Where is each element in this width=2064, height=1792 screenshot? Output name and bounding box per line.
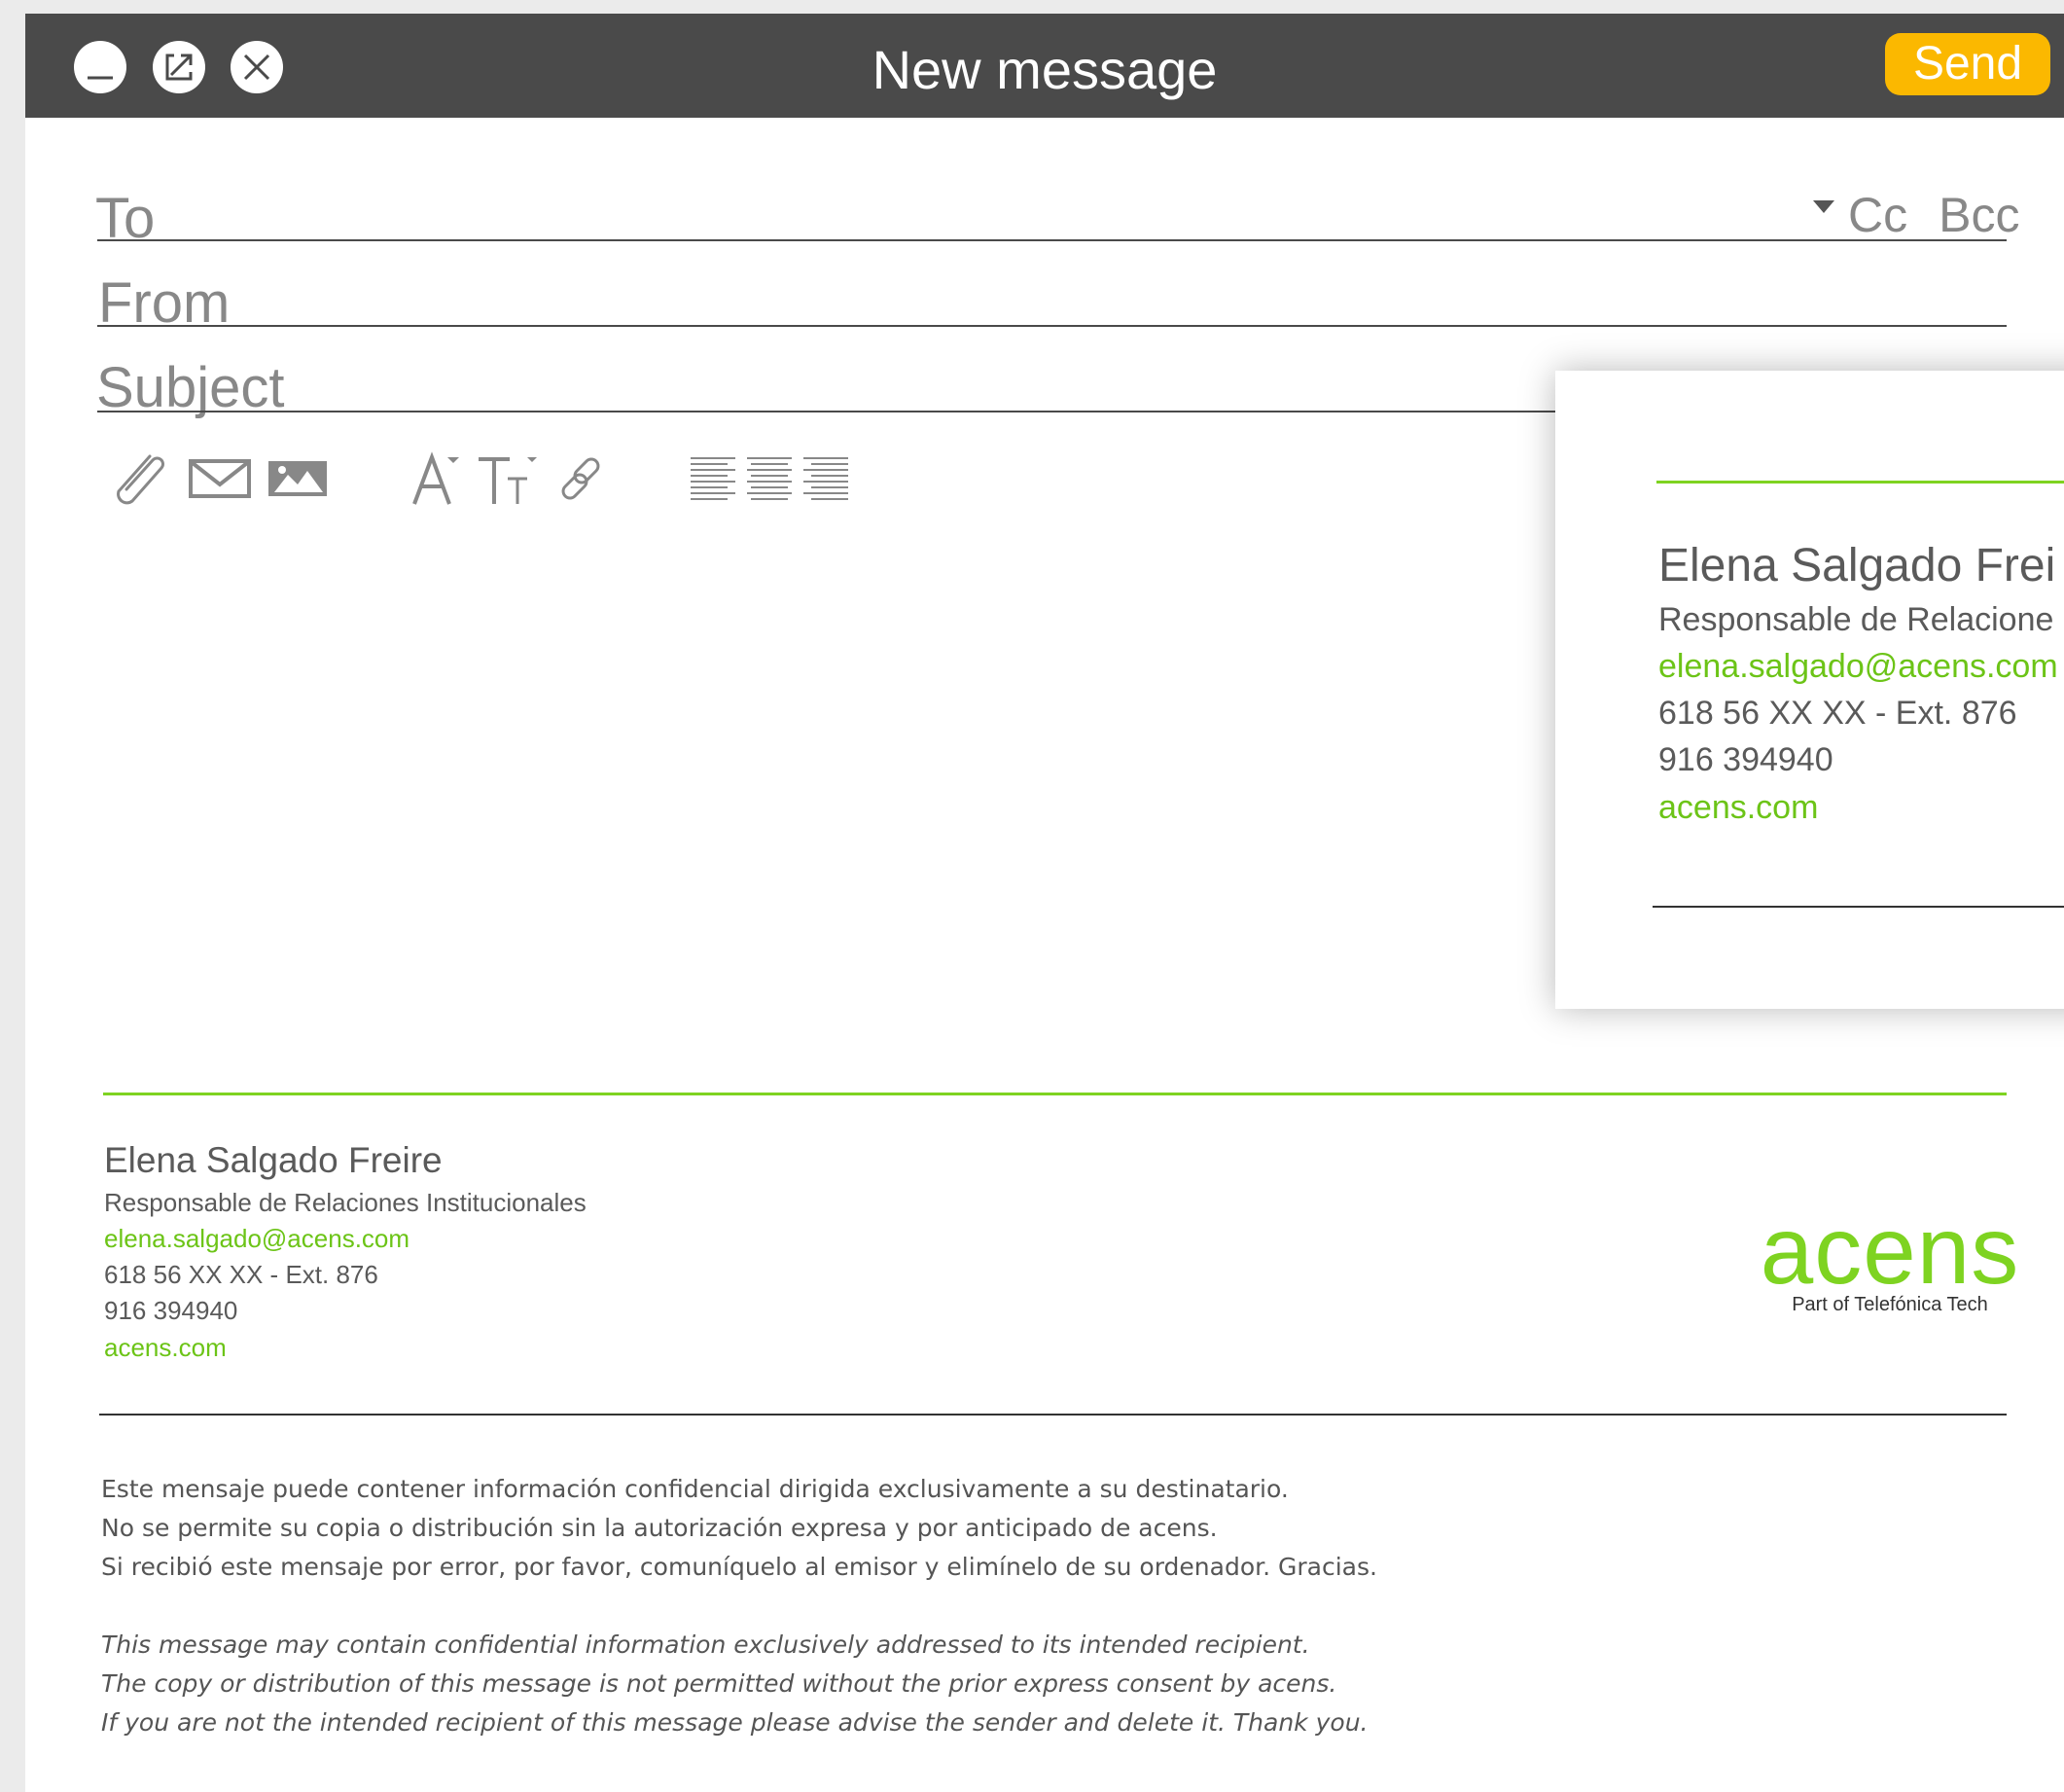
signature-preview-card: Elena Salgado Frei Responsable de Relaci… [1555, 371, 2064, 1009]
logo-tagline: Part of Telefónica Tech [1792, 1294, 1988, 1315]
compose-window: New message Send To Cc Bcc From Subject [25, 14, 2064, 1792]
acens-logo: acens [1760, 1197, 2020, 1304]
cc-bcc-controls: Cc Bcc [1813, 187, 2019, 243]
signature-divider [103, 1093, 2007, 1095]
preview-name: Elena Salgado Frei [1658, 540, 2056, 591]
chevron-down-icon[interactable] [1813, 199, 1834, 213]
window-title: New message [872, 39, 1218, 100]
cc-button[interactable]: Cc [1848, 187, 1907, 243]
text-style-button[interactable] [477, 442, 539, 516]
send-button[interactable]: Send [1885, 33, 2050, 95]
preview-role: Responsable de Relacione [1658, 601, 2054, 638]
signature-phone: 618 56 XX XX - Ext. 876 [104, 1260, 378, 1289]
legal-es-line-1: Este mensaje puede contener información … [101, 1475, 1289, 1503]
paperclip-icon [117, 454, 164, 505]
subject-label[interactable]: Subject [96, 358, 284, 418]
insert-link-button[interactable] [554, 442, 609, 516]
font-size-button[interactable] [410, 442, 461, 516]
signature-name: Elena Salgado Freire [104, 1140, 443, 1180]
align-right-button[interactable] [801, 442, 850, 516]
preview-web: acens.com [1658, 789, 1819, 826]
font-size-icon [412, 451, 459, 505]
link-icon [561, 457, 600, 500]
bcc-button[interactable]: Bcc [1939, 187, 2019, 243]
from-field[interactable] [97, 325, 2007, 327]
insert-image-button[interactable] [267, 442, 329, 516]
preview-phone: 618 56 XX XX - Ext. 876 [1658, 695, 2017, 732]
align-right-icon [803, 457, 848, 500]
legal-es-line-2: No se permite su copia o distribución si… [101, 1514, 1218, 1542]
align-left-icon [691, 457, 735, 500]
title-bar: New message Send [25, 14, 2064, 118]
image-icon [268, 461, 327, 496]
legal-es-line-3: Si recibió este mensaje por error, por f… [101, 1553, 1377, 1581]
signature-landline: 916 394940 [104, 1296, 238, 1325]
preview-landline: 916 394940 [1658, 741, 1833, 778]
preview-bottom-line [1653, 906, 2064, 908]
align-center-icon [747, 457, 792, 500]
signature-role: Responsable de Relaciones Institucionale… [104, 1188, 587, 1217]
insert-email-button[interactable] [189, 442, 251, 516]
envelope-icon [189, 459, 251, 498]
signature-email-link[interactable]: elena.salgado@acens.com [104, 1223, 409, 1254]
signature-web-link[interactable]: acens.com [104, 1332, 227, 1363]
legal-en-line-1: This message may contain confidential in… [101, 1631, 1310, 1659]
to-field[interactable] [97, 239, 2007, 241]
legal-divider [99, 1414, 2007, 1416]
text-style-icon [479, 457, 537, 504]
legal-en-line-2: The copy or distribution of this message… [101, 1669, 1337, 1698]
preview-email: elena.salgado@acens.com [1658, 648, 2058, 685]
align-center-button[interactable] [745, 442, 794, 516]
legal-en-line-3: If you are not the intended recipient of… [101, 1708, 1369, 1737]
align-left-button[interactable] [689, 442, 737, 516]
preview-divider [1656, 481, 2064, 484]
attach-button[interactable] [103, 442, 171, 516]
